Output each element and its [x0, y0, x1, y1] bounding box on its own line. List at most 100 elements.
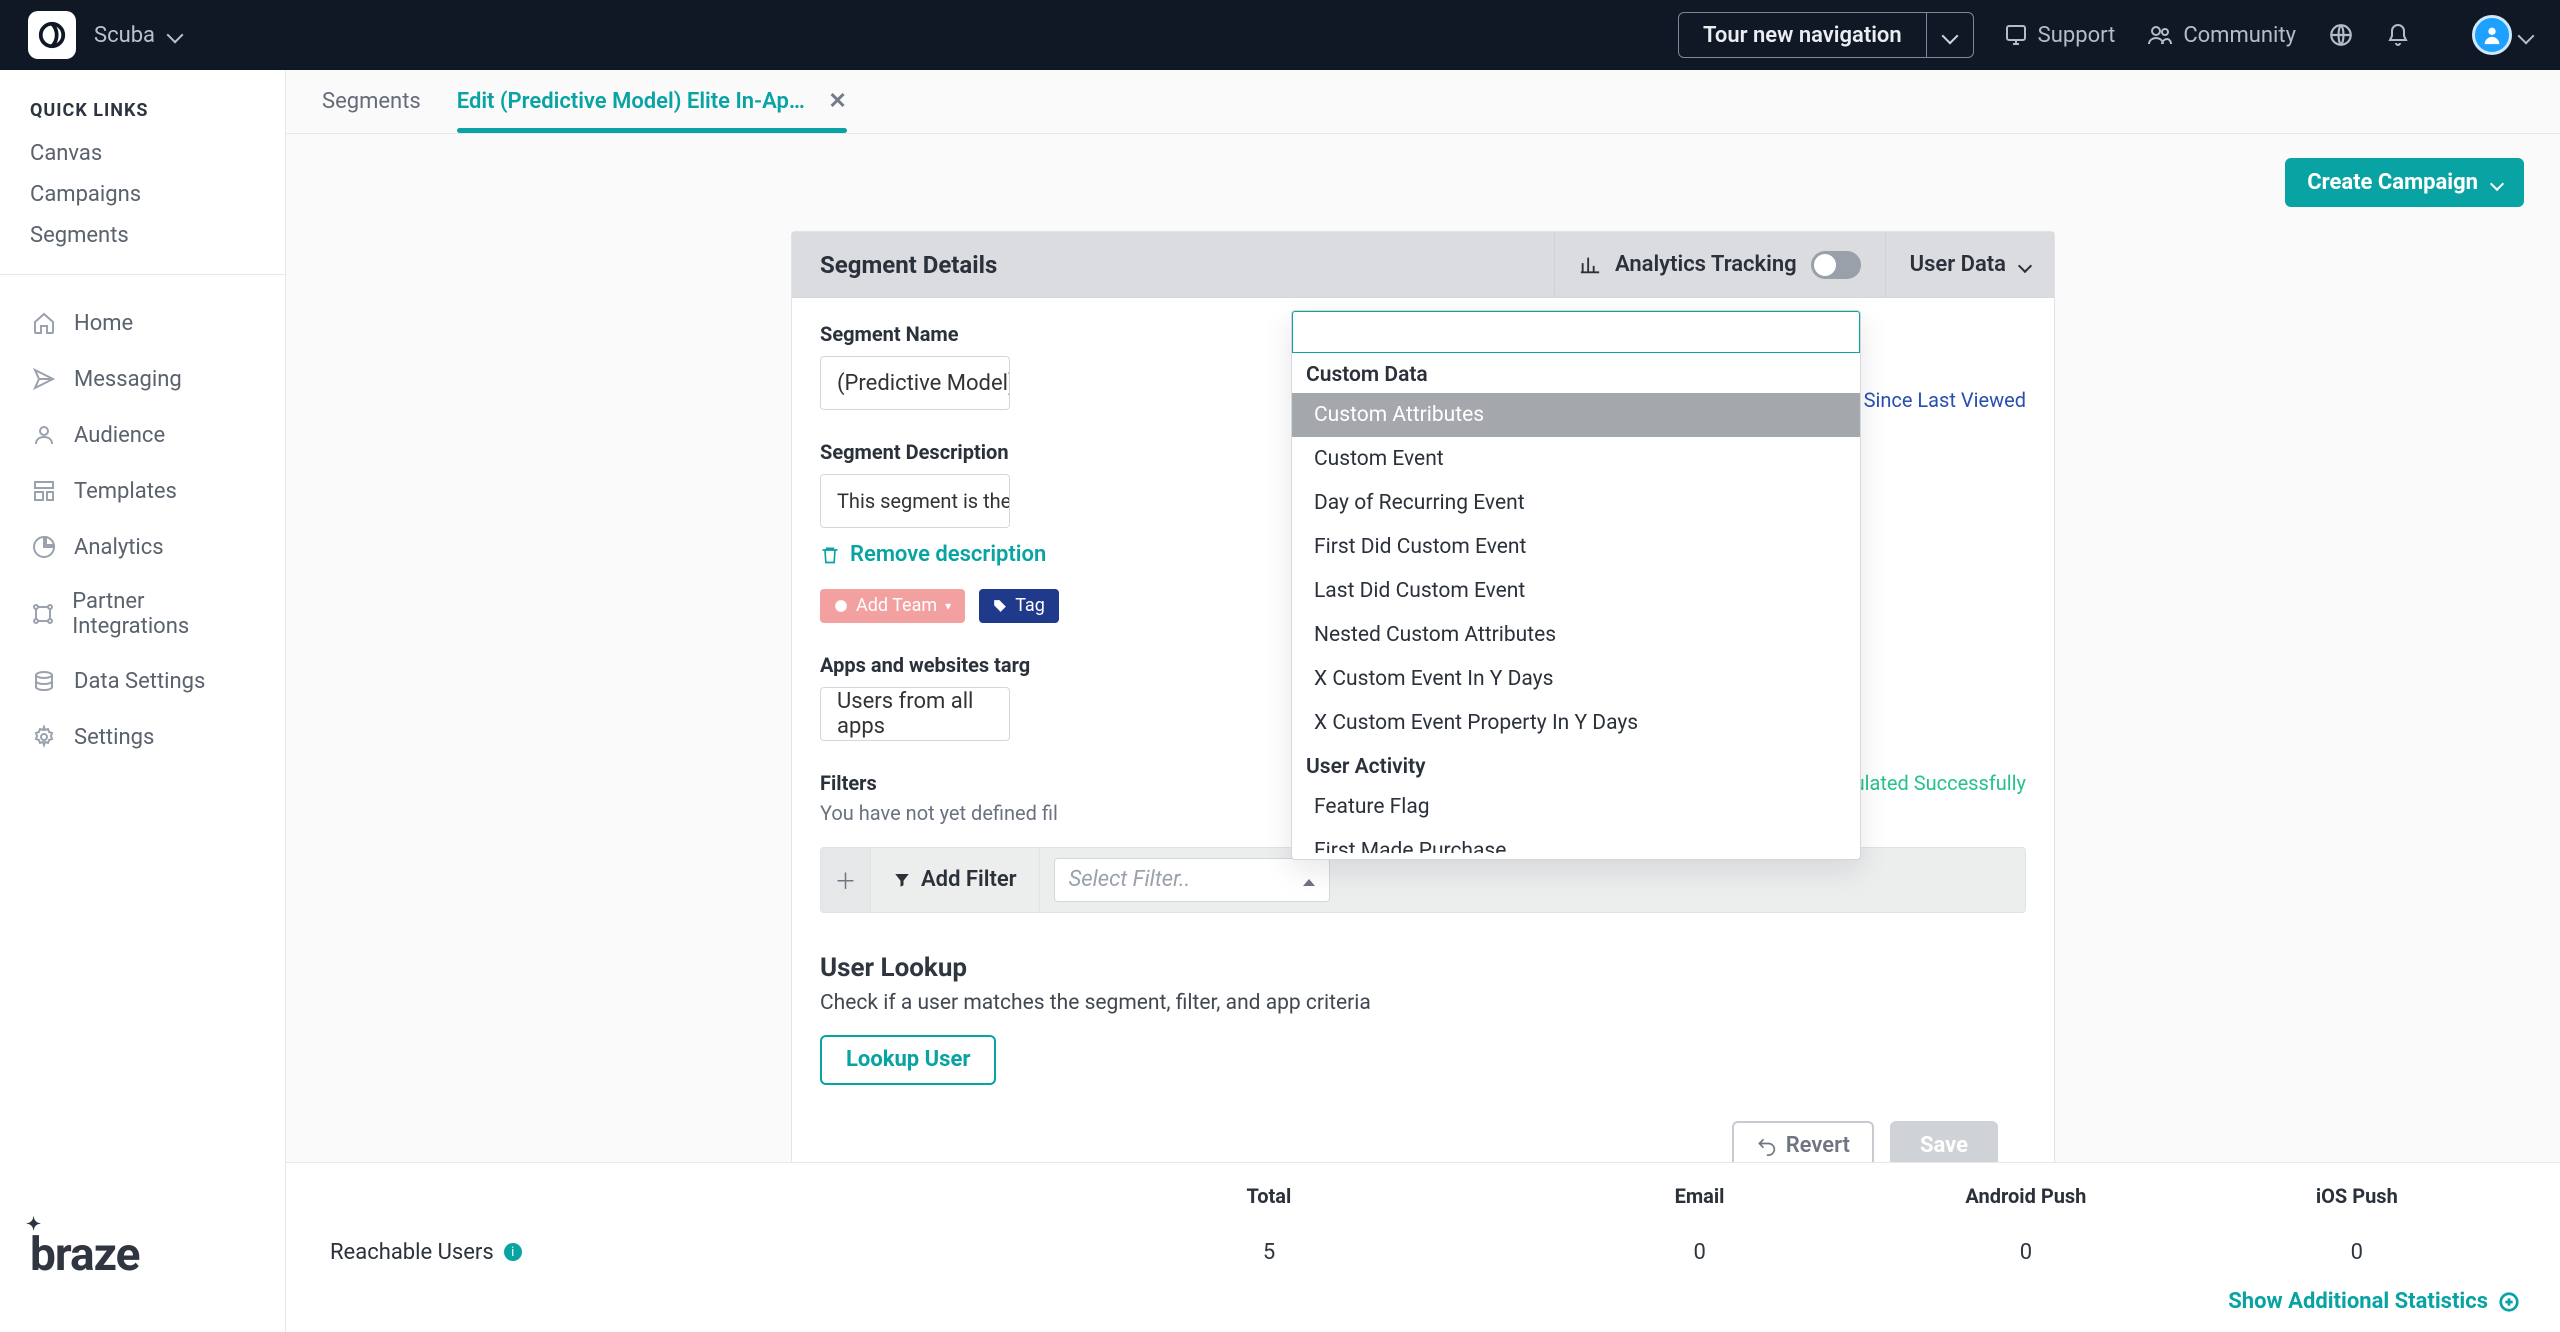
info-icon[interactable]: i [504, 1243, 522, 1261]
dd-item[interactable]: Last Did Custom Event [1292, 569, 1860, 613]
apps-select[interactable]: Users from all apps [820, 687, 1010, 741]
nav-audience[interactable]: Audience [0, 407, 285, 463]
dd-item[interactable]: Custom Attributes [1292, 393, 1860, 437]
close-icon[interactable]: ✕ [828, 89, 846, 114]
avatar [2472, 15, 2512, 55]
val-total: 5 [997, 1240, 1541, 1265]
lookup-user-button[interactable]: Lookup User [820, 1035, 996, 1085]
toggle-off-icon[interactable] [1811, 251, 1861, 279]
col-ios: iOS Push [2194, 1184, 2520, 1208]
user-data-menu[interactable]: User Data [1885, 232, 2054, 297]
user-lookup-subtitle: Check if a user matches the segment, fil… [820, 991, 2026, 1015]
dd-item[interactable]: Day of Recurring Event [1292, 481, 1860, 525]
chevron-down-icon [169, 25, 181, 46]
nav-integrations[interactable]: Partner Integrations [0, 575, 285, 653]
card-title: Segment Details [792, 232, 1554, 297]
support-link[interactable]: Support [2004, 23, 2116, 48]
sidebar: QUICK LINKS Canvas Campaigns Segments Ho… [0, 70, 286, 1332]
send-icon [30, 365, 58, 393]
bell-icon [2386, 22, 2410, 48]
chevron-down-icon [2492, 170, 2502, 195]
team-icon [834, 599, 848, 613]
segment-description-input[interactable]: This segment is the o [820, 474, 1010, 528]
dd-group-useractivity: User Activity [1292, 745, 1860, 785]
plus-circle-icon [2498, 1291, 2520, 1313]
dd-group-customdata: Custom Data [1292, 353, 1860, 393]
community-icon [2147, 23, 2173, 47]
add-team-button[interactable]: Add Team ▾ [820, 589, 965, 623]
filter-dropdown: Custom Data Custom Attributes Custom Eve… [1291, 310, 1861, 860]
create-campaign-button[interactable]: Create Campaign [2285, 158, 2524, 207]
remove-description-link[interactable]: Remove description [820, 542, 1046, 567]
val-ios: 0 [2194, 1240, 2520, 1265]
filters-label: Filters [820, 771, 877, 795]
revert-button[interactable]: Revert [1732, 1121, 1874, 1163]
dd-item[interactable]: X Custom Event Property In Y Days [1292, 701, 1860, 745]
workspace-switcher[interactable]: Scuba [94, 23, 181, 48]
nav-home[interactable]: Home [0, 295, 285, 351]
person-icon [2481, 24, 2503, 46]
user-menu[interactable] [2472, 15, 2532, 55]
nav-datasettings[interactable]: Data Settings [0, 653, 285, 709]
val-android: 0 [1858, 1240, 2193, 1265]
analytics-tracking-toggle[interactable]: Analytics Tracking [1554, 232, 1885, 297]
notifications-button[interactable] [2386, 22, 2410, 48]
language-button[interactable] [2328, 22, 2354, 48]
val-email: 0 [1541, 1240, 1858, 1265]
nav-analytics[interactable]: Analytics [0, 519, 285, 575]
nav-messaging[interactable]: Messaging [0, 351, 285, 407]
home-icon [30, 309, 58, 337]
show-additional-stats[interactable]: Show Additional Statistics [2228, 1289, 2520, 1314]
topbar: Scuba Tour new navigation Support Commun… [0, 0, 2560, 70]
tour-nav-button[interactable]: Tour new navigation [1678, 12, 1974, 58]
filter-search-input[interactable] [1292, 311, 1860, 353]
reachable-users-label: Reachable Users [330, 1240, 494, 1265]
integrations-icon [30, 600, 56, 628]
support-icon [2004, 23, 2028, 47]
dd-item[interactable]: Feature Flag [1292, 785, 1860, 829]
quicklink-campaigns[interactable]: Campaigns [0, 174, 285, 215]
quicklinks-title: QUICK LINKS [0, 100, 285, 133]
user-lookup-title: User Lookup [820, 953, 2026, 983]
dd-item[interactable]: Nested Custom Attributes [1292, 613, 1860, 657]
braze-wordmark: braze [30, 1228, 255, 1282]
data-icon [30, 667, 58, 695]
dd-item[interactable]: X Custom Event In Y Days [1292, 657, 1860, 701]
tour-nav-caret[interactable] [1927, 13, 1973, 57]
quicklink-canvas[interactable]: Canvas [0, 133, 285, 174]
filter-icon [893, 871, 911, 889]
community-link[interactable]: Community [2147, 23, 2296, 48]
quicklink-segments[interactable]: Segments [0, 215, 285, 256]
trash-icon [820, 545, 840, 565]
stats-footer: Total Email Android Push iOS Push Reacha… [286, 1162, 2560, 1332]
audience-icon [30, 421, 58, 449]
gear-icon [30, 723, 58, 751]
select-filter-dropdown[interactable]: Select Filter.. [1054, 858, 1330, 902]
templates-icon [30, 477, 58, 505]
nav-templates[interactable]: Templates [0, 463, 285, 519]
undo-icon [1756, 1136, 1776, 1156]
dd-item[interactable]: First Did Custom Event [1292, 525, 1860, 569]
tab-segments[interactable]: Segments [322, 71, 421, 132]
tab-edit-segment[interactable]: Edit (Predictive Model) Elite In-Ap… ✕ [457, 71, 847, 132]
dd-item[interactable]: Custom Event [1292, 437, 1860, 481]
globe-icon [2328, 22, 2354, 48]
logo-icon [37, 20, 67, 50]
chart-icon [1579, 254, 1601, 276]
tabstrip: Segments Edit (Predictive Model) Elite I… [286, 70, 2560, 134]
segment-name-input[interactable]: (Predictive Model) Eli [820, 356, 1010, 410]
chevron-down-icon [2520, 23, 2532, 48]
tour-nav-label: Tour new navigation [1679, 13, 1927, 57]
workspace-name: Scuba [94, 23, 155, 48]
col-email: Email [1541, 1184, 1858, 1208]
add-filter-label: Add Filter [871, 848, 1040, 912]
product-logo[interactable] [28, 11, 76, 59]
tag-button[interactable]: Tag [979, 589, 1059, 623]
nav-settings[interactable]: Settings [0, 709, 285, 765]
save-button: Save [1890, 1121, 1998, 1163]
dd-item[interactable]: First Made Purchase [1292, 829, 1860, 853]
chevron-down-icon [2020, 252, 2030, 277]
content: Create Campaign Segment Details Analytic… [286, 134, 2560, 1162]
add-filter-plus[interactable]: ＋ [821, 848, 871, 912]
col-android: Android Push [1858, 1184, 2193, 1208]
